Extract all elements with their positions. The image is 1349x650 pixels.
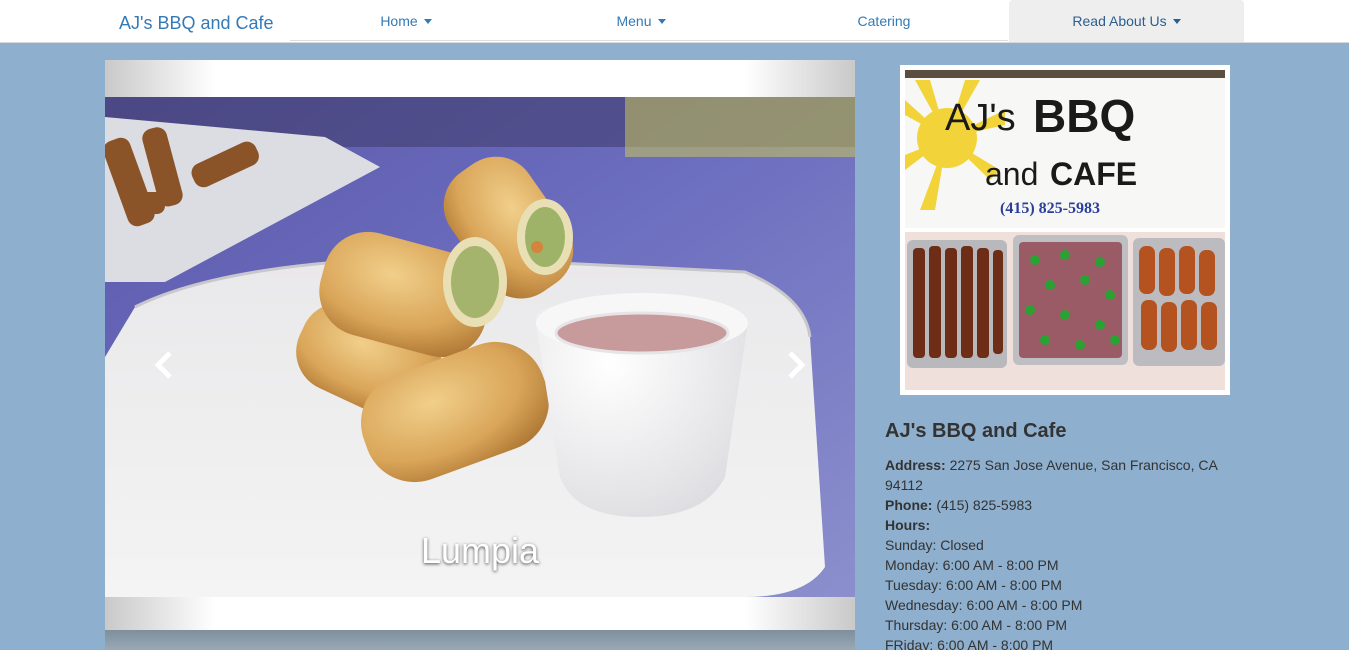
hours-sunday: Sunday: Closed [885, 537, 984, 553]
hours-tuesday: Tuesday: 6:00 AM - 8:00 PM [885, 577, 1062, 593]
caret-down-icon [423, 18, 432, 24]
slide-caption: Lumpia [420, 530, 540, 571]
nav-item-home[interactable]: Home [290, 0, 522, 42]
restaurant-info: AJ's BBQ and Cafe Address: 2275 San Jose… [885, 418, 1235, 650]
address-line: Address: 2275 San Jose Avenue, San Franc… [885, 455, 1235, 495]
banner-text-bbq: BBQ [1033, 90, 1135, 142]
nav-item-label: Catering [857, 13, 911, 29]
chevron-left-icon [154, 351, 172, 379]
top-navbar: AJ's BBQ and Cafe Home Menu Catering Rea… [0, 0, 1349, 43]
restaurant-name-heading: AJ's BBQ and Cafe [885, 420, 1067, 442]
next-section-edge [105, 630, 855, 650]
caret-down-icon [657, 18, 666, 24]
banner-text-ajs: AJ's [945, 97, 1016, 139]
carousel-prev-button[interactable] [149, 345, 179, 385]
hours-monday: Monday: 6:00 AM - 8:00 PM [885, 557, 1059, 573]
carousel-next-button[interactable] [781, 345, 811, 385]
phone-value: (415) 825-5983 [936, 497, 1033, 513]
banner-text-and: and [985, 156, 1038, 192]
banner-text-phone: (415) 825-5983 [1000, 200, 1100, 217]
hours-label: Hours: [885, 517, 931, 533]
chevron-right-icon [788, 351, 806, 379]
phone-label: Phone: [885, 497, 933, 513]
nav-item-label: Home [380, 13, 418, 29]
hours-thursday: Thursday: 6:00 AM - 8:00 PM [885, 617, 1068, 633]
nav-item-label: Menu [616, 13, 652, 29]
nav-item-label: Read About Us [1072, 13, 1167, 29]
caret-down-icon [1172, 18, 1181, 24]
nav-item-read-about-us[interactable]: Read About Us [1009, 0, 1244, 42]
banner-photo-svg: AJ's BBQ and CAFE (415) 825-5983 [905, 70, 1225, 390]
hours-label-line: Hours: [885, 515, 1235, 535]
slide-photo-lumpia [105, 97, 855, 597]
hours-friday: FRiday: 6:00 AM - 8:00 PM [885, 637, 1054, 650]
nav-item-menu[interactable]: Menu [522, 0, 760, 42]
phone-line: Phone: (415) 825-5983 [885, 495, 1235, 515]
brand-link[interactable]: AJ's BBQ and Cafe [119, 13, 274, 34]
address-label: Address: [885, 457, 946, 473]
restaurant-banner-photo: AJ's BBQ and CAFE (415) 825-5983 [900, 65, 1230, 395]
banner-text-cafe: CAFE [1050, 156, 1137, 192]
hours-wednesday: Wednesday: 6:00 AM - 8:00 PM [885, 597, 1083, 613]
nav-item-catering[interactable]: Catering [760, 0, 1008, 42]
image-carousel: Lumpia [105, 60, 855, 630]
